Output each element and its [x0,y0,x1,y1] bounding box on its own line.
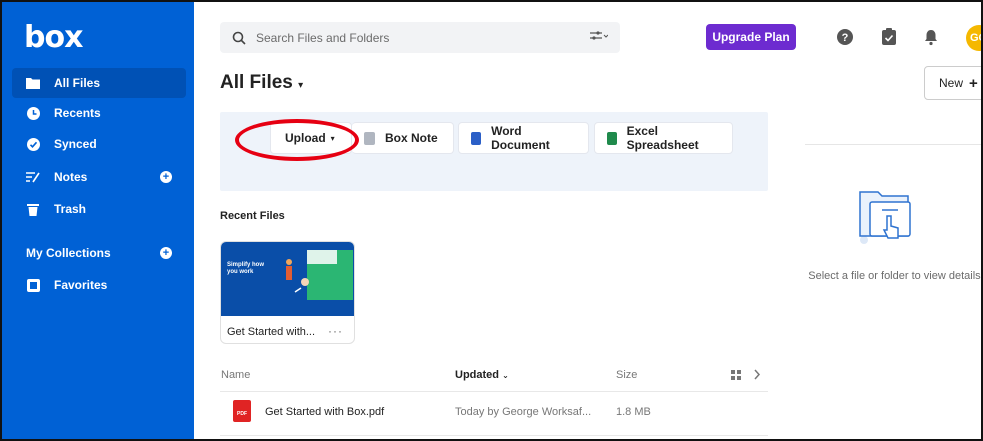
folder-pointer-illustration-icon [859,191,911,244]
column-header-updated-label: Updated [455,369,499,381]
more-options-icon[interactable]: ··· [328,324,343,338]
thumbnail-panel [307,250,337,264]
recent-file-card[interactable]: Simplify how you work Get Started with..… [220,241,355,344]
detail-empty-message: Select a file or folder to view details. [808,270,983,282]
file-thumbnail: Simplify how you work [221,242,354,316]
sidebar-item-notes[interactable]: Notes + [12,162,186,192]
pdf-file-icon: PDF [233,400,251,422]
word-icon [471,131,482,145]
favorites-icon [26,278,40,292]
trash-icon [26,202,40,216]
page-title-text: All Files [220,72,293,93]
sort-desc-icon: ⌄ [502,371,509,380]
thumbnail-people-icon [286,259,309,293]
sidebar-item-label: Favorites [54,278,108,292]
chevron-right-icon[interactable] [753,369,761,380]
file-updated: Today by George Worksaf... [455,406,592,418]
box-note-button[interactable]: Box Note [352,122,454,154]
detail-divider [805,144,981,145]
sidebar-item-synced[interactable]: Synced [12,129,186,159]
word-label: Word Document [491,124,550,152]
sidebar-item-favorites[interactable]: Favorites [12,270,186,300]
card-file-name: Get Started with... [227,326,316,338]
sidebar: box All Files Recents Synced Notes + Tra… [2,2,194,439]
sidebar-item-label: Trash [54,202,87,216]
notifications-bell-icon[interactable] [922,28,940,46]
new-button[interactable]: New + [924,66,981,100]
column-header-name[interactable]: Name [221,369,250,381]
sidebar-item-label: Recents [54,106,101,120]
column-header-size[interactable]: Size [616,369,637,381]
sidebar-item-label: Synced [54,137,97,151]
upgrade-plan-button[interactable]: Upgrade Plan [706,24,796,50]
box-note-icon [364,131,375,145]
chevron-down-icon: ▾ [298,80,304,91]
search-input[interactable]: Search Files and Folders [220,22,620,53]
search-icon [232,31,246,45]
clock-icon [26,106,40,120]
sidebar-item-trash[interactable]: Trash [12,194,186,224]
box-note-label: Box Note [385,131,438,145]
table-divider [220,435,768,436]
notes-icon [26,170,40,184]
excel-icon [607,131,617,145]
sidebar-item-label: Notes [54,170,88,184]
excel-label: Excel Spreadsheet [626,124,699,152]
recent-files-heading: Recent Files [220,210,285,222]
plus-icon: + [969,74,978,92]
check-circle-icon [26,137,40,151]
page-title[interactable]: All Files ▾ [220,72,303,94]
add-note-button[interactable]: + [160,171,172,183]
search-placeholder: Search Files and Folders [256,30,390,45]
annotation-circle [235,119,359,161]
thumbnail-title: Simplify how you work [227,262,265,275]
new-label: New [939,76,964,90]
excel-spreadsheet-button[interactable]: Excel Spreadsheet [594,122,733,154]
word-document-button[interactable]: Word Document [458,122,589,154]
column-header-updated[interactable]: Updated ⌄ [455,369,509,381]
file-name-link[interactable]: Get Started with Box.pdf [265,406,384,418]
file-size: 1.8 MB [616,406,651,418]
sidebar-item-label: All Files [54,76,101,90]
grid-view-icon[interactable] [731,370,742,380]
help-icon[interactable]: ? [836,28,854,46]
sidebar-item-all-files[interactable]: All Files [12,68,186,98]
sidebar-item-recents[interactable]: Recents [12,98,186,128]
svg-text:?: ? [842,32,849,44]
avatar[interactable]: GO [966,25,981,51]
collections-label: My Collections [26,246,111,260]
search-filter-icon[interactable] [590,30,609,45]
add-collection-button[interactable]: + [160,247,172,259]
box-logo[interactable]: box [24,20,83,55]
table-divider [220,391,768,392]
sidebar-collections-header[interactable]: My Collections + [12,238,186,268]
app-window: box All Files Recents Synced Notes + Tra… [0,0,983,441]
folder-icon [26,76,40,90]
tasks-icon[interactable] [880,28,898,46]
